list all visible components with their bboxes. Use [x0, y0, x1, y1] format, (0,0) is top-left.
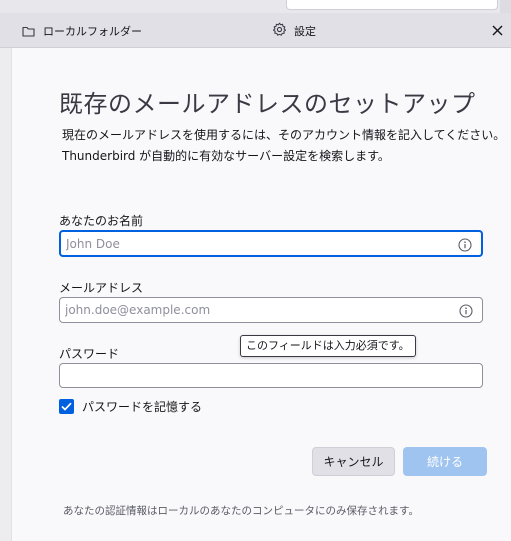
page-title: 既存のメールアドレスのセットアップ: [59, 90, 476, 118]
remember-password-checkbox[interactable]: [59, 399, 74, 414]
password-label: パスワード: [59, 347, 120, 361]
setup-description: 現在のメールアドレスを使用するには、そのアカウント情報を記入してください。 Th…: [62, 125, 505, 167]
tab-bar: ローカルフォルダー 設定: [0, 13, 511, 48]
remember-password-label: パスワードを記憶する: [82, 400, 203, 414]
remember-password[interactable]: パスワードを記憶する: [59, 398, 202, 415]
cancel-button[interactable]: キャンセル: [312, 447, 395, 476]
info-icon[interactable]: [459, 303, 473, 318]
top-edge: [500, 0, 511, 13]
tab-settings-label: 設定: [294, 25, 316, 38]
folder-icon: [22, 22, 35, 41]
setup-description-line2: Thunderbird が自動的に有効なサーバー設定を検索します。: [62, 149, 390, 163]
email-input[interactable]: [65, 298, 445, 322]
close-icon: [492, 21, 503, 40]
window-top-strip: [0, 0, 511, 13]
required-field-tooltip: このフィールドは入力必須です。: [240, 335, 416, 357]
password-field-box: [59, 363, 483, 388]
name-input[interactable]: [66, 232, 446, 255]
continue-button[interactable]: 続ける: [403, 447, 487, 476]
name-field-box: [59, 230, 483, 257]
tab-local-folders[interactable]: ローカルフォルダー: [22, 22, 142, 40]
tab-settings[interactable]: 設定: [272, 22, 316, 40]
left-sidebar-strip: [0, 48, 12, 541]
checkmark-icon: [61, 402, 72, 411]
password-input[interactable]: [65, 364, 445, 387]
email-field-box: [59, 297, 483, 323]
gear-icon: [272, 22, 287, 41]
top-address-field[interactable]: [286, 0, 498, 10]
info-icon[interactable]: [458, 237, 472, 252]
setup-description-line1: 現在のメールアドレスを使用するには、そのアカウント情報を記入してください。: [62, 128, 506, 142]
close-tab-button[interactable]: [489, 22, 505, 38]
email-label: メールアドレス: [59, 281, 144, 295]
credentials-footnote: あなたの認証情報はローカルのあなたのコンピュータにのみ保存されます。: [63, 505, 419, 517]
name-label: あなたのお名前: [59, 214, 144, 228]
tab-local-folders-label: ローカルフォルダー: [43, 25, 142, 38]
